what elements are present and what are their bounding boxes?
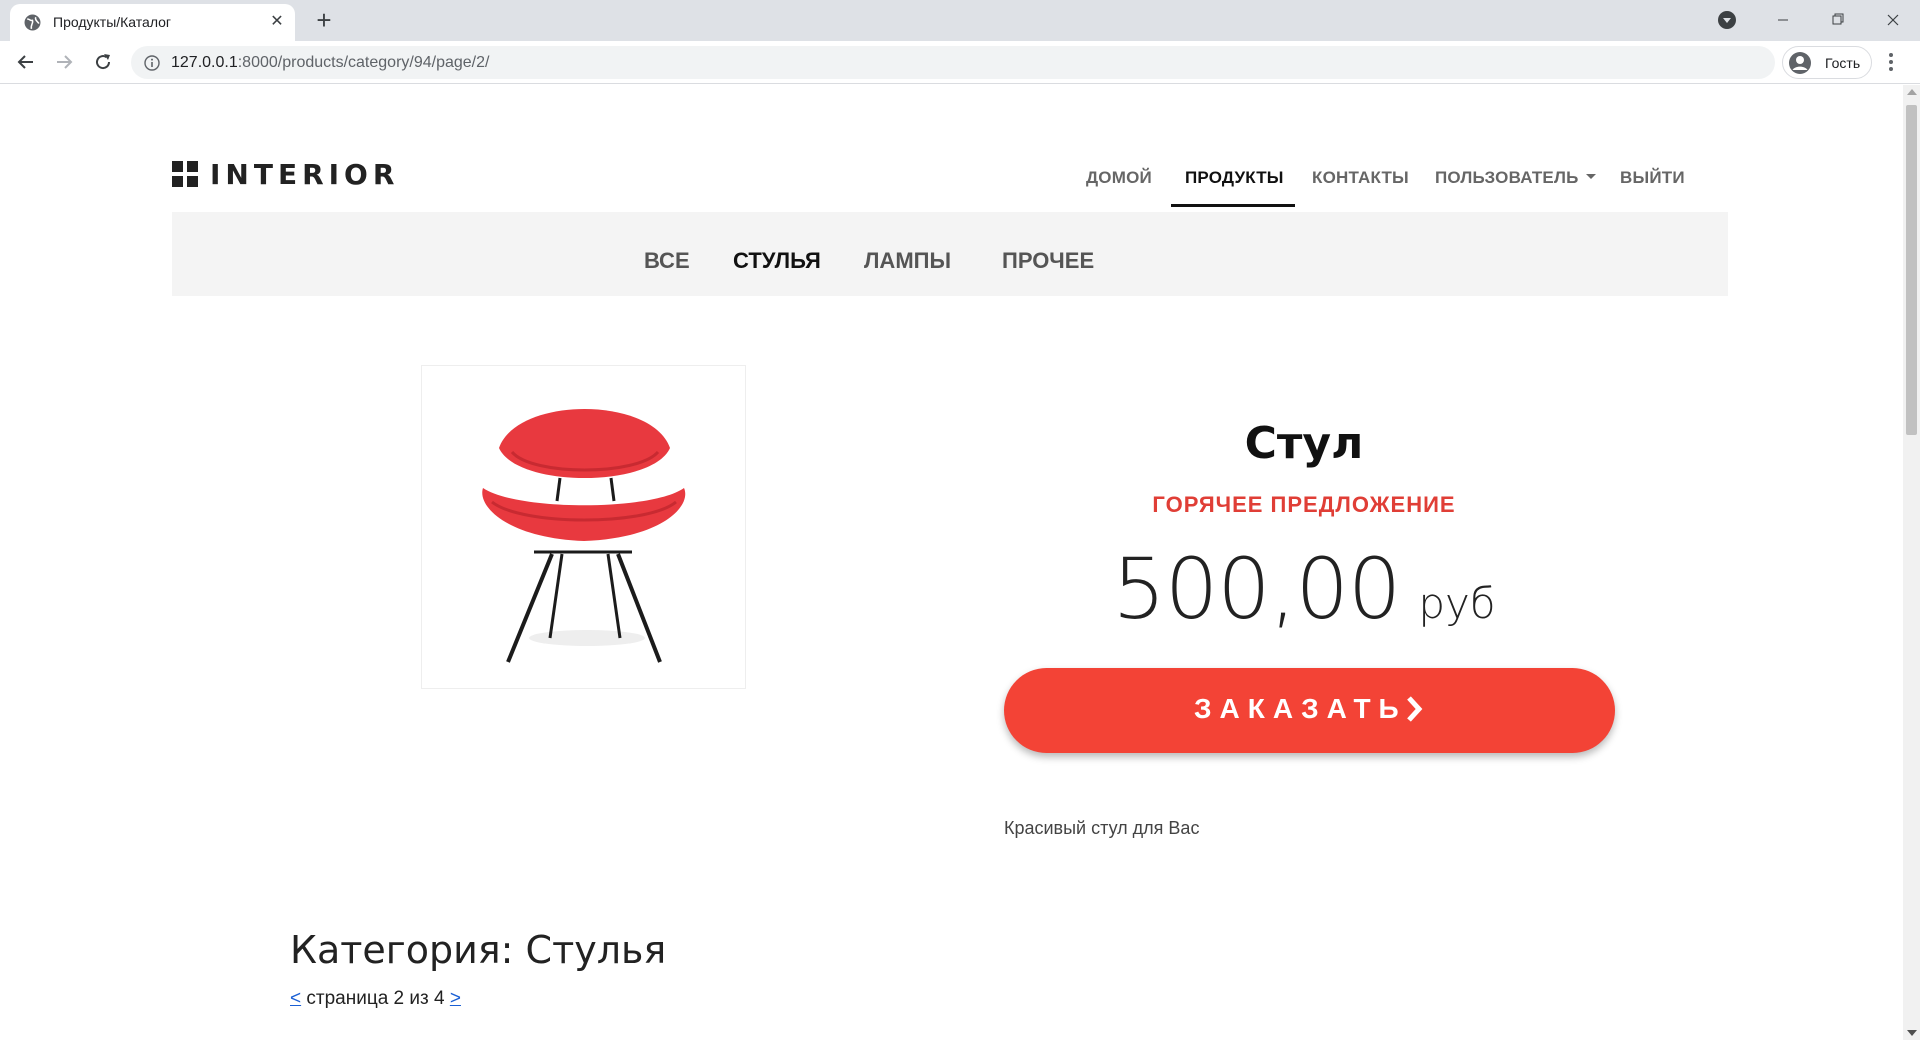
prev-page-link[interactable]: < [290,988,301,1009]
new-tab-button[interactable]: + [312,7,336,33]
avatar-icon [1789,52,1811,74]
browser-toolbar: 127.0.0.1:8000/products/category/94/page… [0,41,1920,84]
subnav-lamps[interactable]: ЛАМПЫ [864,248,951,274]
url-path: :8000/products/category/94/page/2/ [237,54,490,71]
url-host: 127.0.0.1 [171,54,238,71]
order-button[interactable]: ЗАКАЗАТЬ [1004,668,1615,753]
chevron-right-icon [1407,696,1423,722]
address-bar[interactable]: 127.0.0.1:8000/products/category/94/page… [131,46,1775,79]
subnav-all[interactable]: ВСЕ [644,248,690,274]
main-navigation: ДОМОЙ ПРОДУКТЫ КОНТАКТЫ ПОЛЬЗОВАТЕЛЬ ВЫЙ… [0,160,1800,208]
nav-logout[interactable]: ВЫЙТИ [1620,168,1685,188]
pagination: < страница 2 из 4 > [290,988,461,1010]
price-amount: 500,00 [1112,540,1401,638]
scroll-thumb[interactable] [1906,105,1917,435]
page-scrollbar[interactable] [1903,85,1920,1040]
subnav-other[interactable]: ПРОЧЕЕ [1002,248,1094,274]
url-text[interactable]: 127.0.0.1:8000/products/category/94/page… [171,54,489,72]
tab-search-icon[interactable] [1718,11,1736,29]
product-title: Стул [1244,418,1364,469]
nav-home[interactable]: ДОМОЙ [1086,168,1152,188]
nav-products[interactable]: ПРОДУКТЫ [1185,168,1284,188]
order-button-label: ЗАКАЗАТЬ [1194,693,1407,724]
category-heading: Категория: Стулья [290,928,667,972]
restore-icon[interactable] [1823,6,1853,34]
nav-active-indicator [1171,204,1295,207]
price-currency: руб [1418,579,1496,628]
minimize-icon[interactable] [1768,6,1798,34]
red-chair-image [482,409,686,663]
profile-label: Гость [1825,55,1861,71]
close-window-icon[interactable] [1878,6,1908,34]
subnav-chairs[interactable]: СТУЛЬЯ [733,248,821,274]
back-arrow-icon[interactable] [14,50,38,74]
globe-icon [24,14,41,31]
page-indicator: страница 2 из 4 [306,988,445,1009]
browser-tab-bar: Продукты/Каталог ✕ + [0,0,1920,41]
forward-arrow-icon[interactable] [52,50,76,74]
browser-tab[interactable]: Продукты/Каталог ✕ [10,4,295,41]
close-tab-icon[interactable]: ✕ [268,13,286,31]
scroll-down-arrow-icon[interactable] [1907,1030,1917,1036]
scroll-up-arrow-icon[interactable] [1907,89,1917,95]
product-image[interactable] [421,365,746,689]
nav-contacts[interactable]: КОНТАКТЫ [1312,168,1409,188]
profile-button[interactable]: Гость [1782,46,1872,79]
caret-down-icon [1585,174,1596,180]
info-icon[interactable] [144,55,160,71]
nav-user-label: ПОЛЬЗОВАТЕЛЬ [1435,168,1579,187]
next-page-link[interactable]: > [450,988,461,1009]
product-description: Красивый стул для Вас [1004,818,1200,838]
tab-title: Продукты/Каталог [53,14,172,30]
nav-user-dropdown[interactable]: ПОЛЬЗОВАТЕЛЬ [1435,168,1596,188]
category-subnav: ВСЕ СТУЛЬЯ ЛАМПЫ ПРОЧЕЕ [172,212,1728,296]
hot-offer-label: ГОРЯЧЕЕ ПРЕДЛОЖЕНИЕ [1152,492,1456,517]
reload-icon[interactable] [91,50,115,74]
menu-dots-icon[interactable] [1888,53,1894,73]
product-price: 500,00 руб [1004,540,1604,638]
